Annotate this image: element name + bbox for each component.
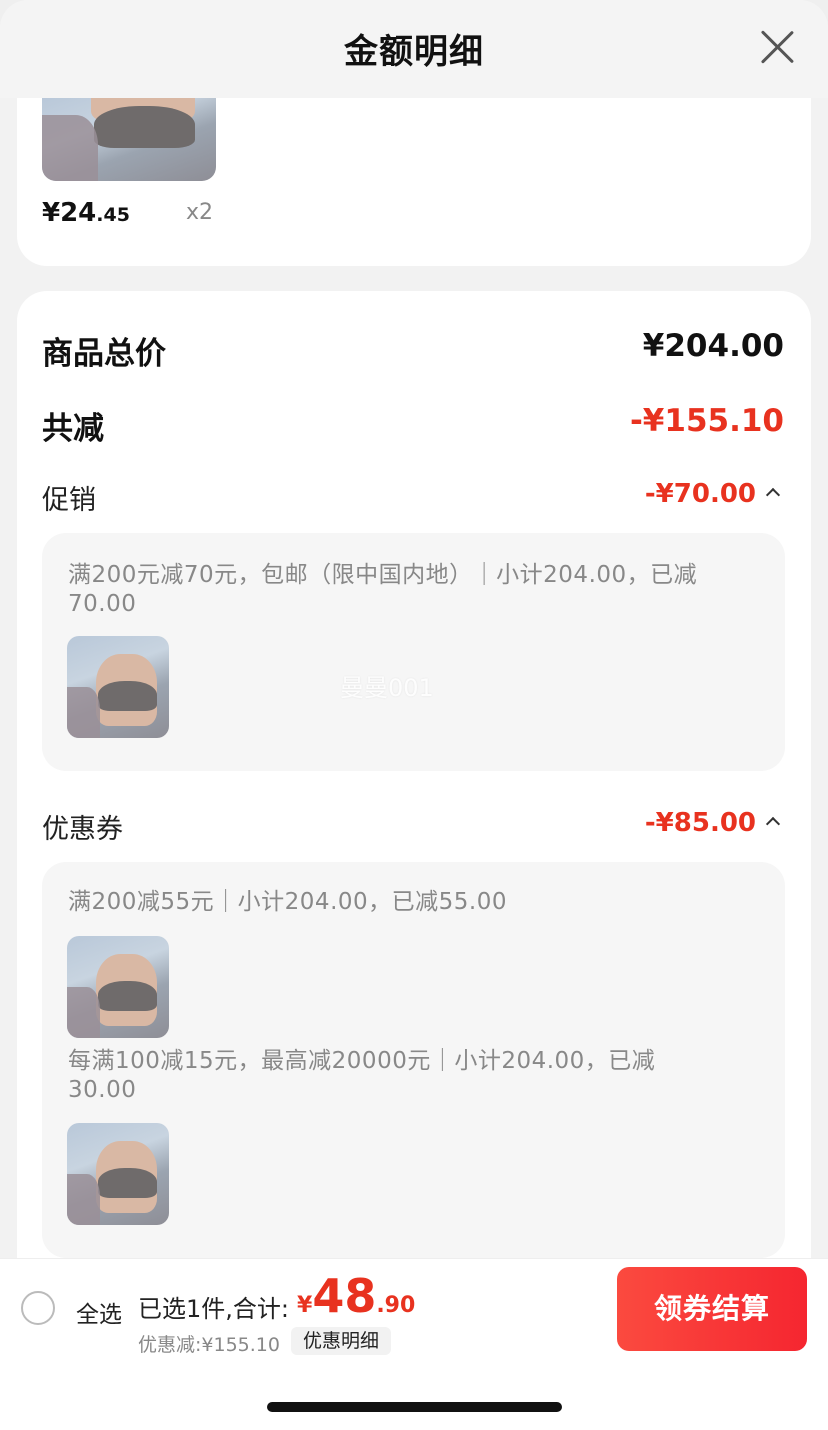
coupon-detail-panel: 满200减55元｜小计204.00，已减55.00 每满100减15元，最高减2… [42,862,785,1258]
total-price: ¥48.90 [297,1269,416,1323]
product-quantity: x2 [186,200,214,225]
home-indicator[interactable] [267,1402,562,1412]
goods-total-label: 商品总价 [42,336,166,372]
coupon-toggle[interactable]: -¥85.00 [644,808,781,838]
coupon-label: 优惠券 [42,814,123,845]
checkout-bar: 全选 已选1件,合计: ¥48.90 优惠减:¥155.10 优惠明细 领券结算 [0,1258,828,1358]
selected-summary: 已选1件,合计: [138,1295,289,1323]
discount-summary: 优惠减:¥155.10 [138,1334,280,1356]
promotion-detail-panel: 满200元减70元，包邮（限中国内地）｜小计204.00，已减 70.00 [42,533,785,771]
product-thumbnail[interactable] [42,98,216,181]
amount-detail-sheet: 金额明细 ¥24.45 x2 商品总价 ¥204.00 共减 -¥155.10 … [0,0,828,1430]
coupon-rule-1: 满200减55元｜小计204.00，已减55.00 [68,889,507,915]
select-all-label[interactable]: 全选 [76,1295,122,1329]
checkout-button[interactable]: 领券结算 [617,1267,807,1351]
total-reduction-label: 共减 [42,411,104,447]
promotion-product-thumbnail[interactable] [67,636,169,738]
discount-detail-button[interactable]: 优惠明细 [291,1327,392,1355]
coupon-product-thumbnail-2[interactable] [67,1123,169,1225]
coupon-product-thumbnail-1[interactable] [67,936,169,1038]
promotion-rule-text: 满200元减70元，包邮（限中国内地）｜小计204.00，已减 70.00 [68,562,698,617]
sheet-title: 金额明细 [344,32,484,72]
coupon-rule-2: 每满100减15元，最高减20000元｜小计204.00，已减 30.00 [68,1048,656,1103]
coupon-value: -¥85.00 [644,808,756,838]
close-icon[interactable] [758,28,796,66]
sheet-header: 金额明细 [0,0,828,98]
promotion-value: -¥70.00 [644,479,756,509]
promotion-label: 促销 [42,485,96,516]
chevron-up-icon [765,816,781,832]
chevron-up-icon [765,487,781,503]
promotion-toggle[interactable]: -¥70.00 [644,479,781,509]
home-indicator-area [0,1358,828,1430]
total-reduction-value: -¥155.10 [629,403,784,439]
watermark-text: 曼曼001 [340,674,434,702]
radio-unchecked-icon[interactable] [21,1291,55,1325]
goods-total-value: ¥204.00 [642,328,784,364]
product-unit-price: ¥24.45 [42,198,130,228]
